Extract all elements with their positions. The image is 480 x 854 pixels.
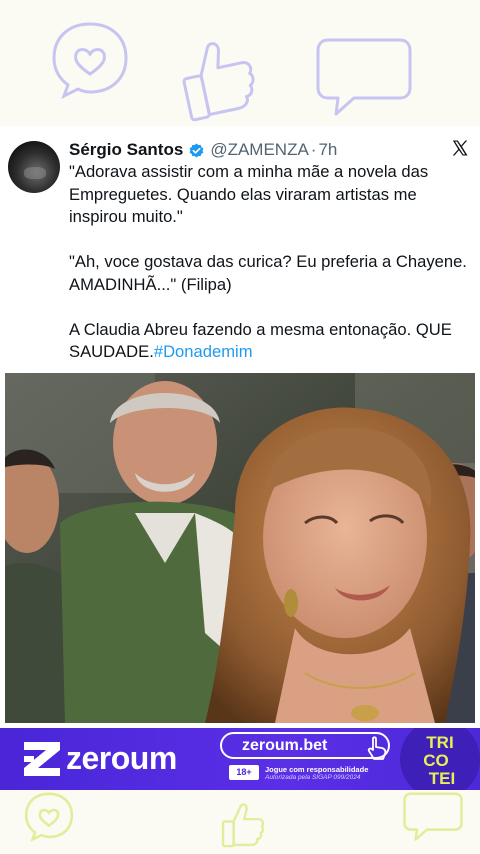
zeroum-logo-icon bbox=[24, 742, 60, 776]
tweet-card[interactable]: Sérgio Santos @ZAMENZA · 7h "Adorava ass… bbox=[0, 126, 480, 728]
separator-dot: · bbox=[310, 140, 317, 159]
heart-bubble-icon bbox=[52, 22, 128, 100]
tweet-text: "Adorava assistir com a minha mãe a nove… bbox=[69, 161, 474, 364]
tweet-time[interactable]: 7h bbox=[318, 140, 337, 160]
avatar[interactable] bbox=[8, 141, 60, 193]
ad-brand-logo: zeroum bbox=[66, 740, 177, 776]
tweet-paragraph: "Adorava assistir com a minha mãe a nove… bbox=[69, 162, 429, 226]
tricotei-line: CO bbox=[423, 751, 449, 770]
ad-url-label: zeroum.bet bbox=[242, 737, 328, 754]
speech-bubble-icon bbox=[403, 792, 463, 841]
speech-bubble-icon bbox=[316, 38, 412, 116]
age-badge: 18+ bbox=[229, 765, 259, 780]
tweet-paragraph: "Ah, voce gostava das curica? Eu preferi… bbox=[69, 252, 467, 294]
tweet-paragraph-text: A Claudia Abreu fazendo a mesma entonaçã… bbox=[69, 319, 452, 362]
tweet-photo[interactable] bbox=[5, 373, 475, 723]
author-name[interactable]: Sérgio Santos bbox=[69, 140, 183, 160]
tweet-paragraph: A Claudia Abreu fazendo a mesma entonaçã… bbox=[69, 319, 474, 364]
tweet-header: Sérgio Santos @ZAMENZA · 7h bbox=[69, 138, 470, 162]
verified-badge-icon bbox=[189, 143, 204, 157]
heart-bubble-icon bbox=[24, 792, 74, 842]
hashtag-link[interactable]: #Donademim bbox=[154, 342, 253, 361]
author-handle[interactable]: @ZAMENZA bbox=[210, 140, 308, 160]
x-logo-icon[interactable] bbox=[451, 139, 469, 157]
ad-url-button[interactable]: zeroum.bet bbox=[220, 732, 390, 759]
ad-banner[interactable]: zeroum zeroum.bet 18+ Jogue com responsa… bbox=[0, 728, 480, 790]
tricotei-line: TEI bbox=[429, 769, 455, 788]
thumbs-up-icon bbox=[182, 42, 255, 122]
authorization-text: Autorizada pela SIGAP 099/2024 bbox=[265, 774, 361, 781]
tricotei-line: TRI bbox=[426, 733, 453, 752]
pointer-hand-icon bbox=[367, 736, 387, 760]
thumbs-up-icon bbox=[221, 803, 265, 848]
responsible-gaming-text: Jogue com responsabilidade bbox=[265, 765, 369, 774]
tricotei-logo: TRI CO TEI bbox=[400, 728, 480, 790]
